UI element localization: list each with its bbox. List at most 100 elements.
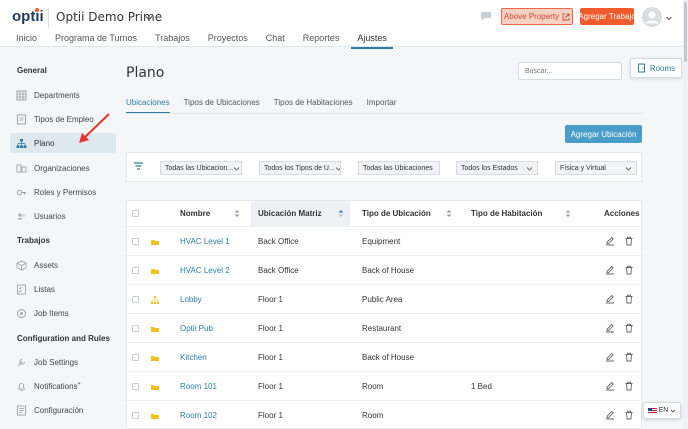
tab-tipos-de-habitaciones[interactable]: Tipos de Habitaciones xyxy=(274,98,353,114)
location-name-link[interactable]: Optii Pub xyxy=(180,314,213,343)
nav-tab-chat[interactable]: Chat xyxy=(260,33,291,49)
sidebar-item-departments[interactable]: Departments xyxy=(10,85,116,105)
notifications-superscript: + xyxy=(77,380,81,387)
locations-table: Nombre Ubicación Matriz Tipo de Ubicació… xyxy=(126,200,643,429)
column-header-ubicacion-matriz[interactable]: Ubicación Matriz xyxy=(251,201,350,226)
nav-tab-inicio[interactable]: Inicio xyxy=(10,33,43,49)
rooms-button[interactable]: Rooms xyxy=(630,58,682,78)
table-row[interactable]: Kitchen Floor 1 Back of House xyxy=(127,342,643,371)
row-checkbox[interactable] xyxy=(132,238,139,245)
row-checkbox[interactable] xyxy=(132,296,139,303)
location-name-link[interactable]: Kitchen xyxy=(180,343,207,372)
location-name-link[interactable]: Room 101 xyxy=(180,372,217,401)
optii-logo[interactable]: optii xyxy=(12,6,46,26)
table-row[interactable]: Optii Pub Floor 1 Restaurant xyxy=(127,313,643,342)
delete-icon[interactable] xyxy=(624,236,634,246)
sidebar-item-job-items[interactable]: Job Items xyxy=(10,303,116,323)
filter-physical-virtual-select[interactable]: Física y Virtual xyxy=(555,161,637,175)
edit-icon[interactable] xyxy=(605,352,615,362)
sidebar-item-roles-y-permisos[interactable]: Roles y Permisos xyxy=(10,182,116,202)
sidebar-item-assets[interactable]: Assets xyxy=(10,255,116,275)
wrench-icon xyxy=(17,358,26,366)
filter-label: Física y Virtual xyxy=(560,164,606,172)
filter-bar: Todas las Ubicacion... Todos los Tipos d… xyxy=(126,152,642,182)
delete-icon[interactable] xyxy=(624,294,634,304)
filter-label: Todos los Tipos de U... xyxy=(264,164,335,172)
tab-tipos-de-ubicaciones[interactable]: Tipos de Ubicaciones xyxy=(184,98,260,114)
row-checkbox[interactable] xyxy=(132,383,139,390)
table-row[interactable]: HVAC Level 1 Back Office Equipment xyxy=(127,226,643,255)
folder-icon xyxy=(151,240,159,245)
filter-status-select[interactable]: Todos los Estados xyxy=(456,161,538,175)
table-row[interactable]: Room 102 Floor 1 Room xyxy=(127,400,643,429)
column-header-tipo-de-ubicacion[interactable]: Tipo de Ubicación xyxy=(362,201,458,226)
column-header-tipo-de-habitacion[interactable]: Tipo de Habitación xyxy=(471,201,577,226)
sidebar-item-organizaciones[interactable]: Organizaciones xyxy=(10,158,116,178)
filter-all-locations-select[interactable]: Todas las Ubicaciones xyxy=(358,161,440,175)
room-type: 1 Bed xyxy=(471,382,492,391)
select-all-checkbox[interactable] xyxy=(132,210,139,217)
table-row[interactable]: HVAC Level 2 Back Office Back of House xyxy=(127,255,643,284)
folder-icon xyxy=(151,414,159,419)
delete-icon[interactable] xyxy=(624,352,634,362)
row-checkbox[interactable] xyxy=(132,354,139,361)
delete-icon[interactable] xyxy=(624,265,634,275)
nav-tab-ajustes[interactable]: Ajustes xyxy=(351,33,393,49)
sidebar-item-label: Organizaciones xyxy=(34,163,90,173)
nav-tab-reportes[interactable]: Reportes xyxy=(297,33,346,49)
parent-location: Back Office xyxy=(258,266,299,275)
delete-icon[interactable] xyxy=(624,323,634,333)
language-selector[interactable]: EN xyxy=(643,402,681,419)
scrollbar-thumb[interactable] xyxy=(684,2,687,62)
edit-icon[interactable] xyxy=(605,381,615,391)
chevron-down-icon xyxy=(233,166,240,171)
sidebar-item-job-settings[interactable]: Job Settings xyxy=(10,352,116,372)
chevron-down-icon xyxy=(526,166,533,171)
chevron-down-icon[interactable] xyxy=(144,13,154,23)
avatar[interactable] xyxy=(642,7,662,27)
add-work-button[interactable]: Agregar Trabajo xyxy=(580,8,634,25)
location-name-link[interactable]: Lobby xyxy=(180,285,202,314)
location-name-link[interactable]: HVAC Level 2 xyxy=(180,256,230,285)
chat-icon[interactable] xyxy=(480,10,492,22)
nav-tab-proyectos[interactable]: Proyectos xyxy=(202,33,254,49)
filter-location-select[interactable]: Todas las Ubicacion... xyxy=(160,161,242,175)
location-name-link[interactable]: HVAC Level 1 xyxy=(180,227,230,256)
edit-icon[interactable] xyxy=(605,236,615,246)
page-title: Plano xyxy=(126,65,165,81)
filter-icon[interactable] xyxy=(133,161,144,172)
filter-location-type-select[interactable]: Todos los Tipos de U... xyxy=(259,161,341,175)
sidebar-item-configuracion[interactable]: Configuración xyxy=(10,400,116,420)
scrollbar-track[interactable] xyxy=(683,0,688,429)
table-row[interactable]: Lobby Floor 1 Public Area xyxy=(127,284,643,313)
table-row[interactable]: Room 101 Floor 1 Room 1 Bed xyxy=(127,371,643,400)
row-checkbox[interactable] xyxy=(132,412,139,419)
sidebar-item-label: Roles y Permisos xyxy=(34,187,97,197)
delete-icon[interactable] xyxy=(624,381,634,391)
above-property-button[interactable]: Above Property xyxy=(501,8,573,25)
sidebar-item-listas[interactable]: Listas xyxy=(10,279,116,299)
add-location-button[interactable]: Agregar Ubicación xyxy=(565,125,642,143)
tab-importar[interactable]: Importar xyxy=(367,98,397,114)
chevron-down-icon xyxy=(671,409,676,413)
row-checkbox[interactable] xyxy=(132,325,139,332)
delete-icon[interactable] xyxy=(624,410,634,420)
tab-ubicaciones[interactable]: Ubicaciones xyxy=(126,98,170,114)
column-header-nombre[interactable]: Nombre xyxy=(180,201,246,226)
sidebar-item-notifications[interactable]: Notifications + xyxy=(10,376,116,396)
search-input[interactable] xyxy=(518,62,622,80)
chevron-down-icon xyxy=(625,166,632,171)
edit-icon[interactable] xyxy=(605,410,615,420)
edit-icon[interactable] xyxy=(605,265,615,275)
edit-icon[interactable] xyxy=(605,294,615,304)
nav-tab-programa-de-turnos[interactable]: Programa de Turnos xyxy=(49,33,143,49)
location-name-link[interactable]: Room 102 xyxy=(180,401,217,429)
location-type: Back of House xyxy=(362,266,415,275)
sidebar-item-usuarios[interactable]: Usuarios xyxy=(10,206,116,226)
parent-location: Floor 1 xyxy=(258,411,283,420)
row-checkbox[interactable] xyxy=(132,267,139,274)
edit-icon[interactable] xyxy=(605,323,615,333)
nav-tab-trabajos[interactable]: Trabajos xyxy=(149,33,196,49)
sidebar-item-label: Job Items xyxy=(34,308,69,318)
chevron-down-icon[interactable] xyxy=(665,14,673,22)
